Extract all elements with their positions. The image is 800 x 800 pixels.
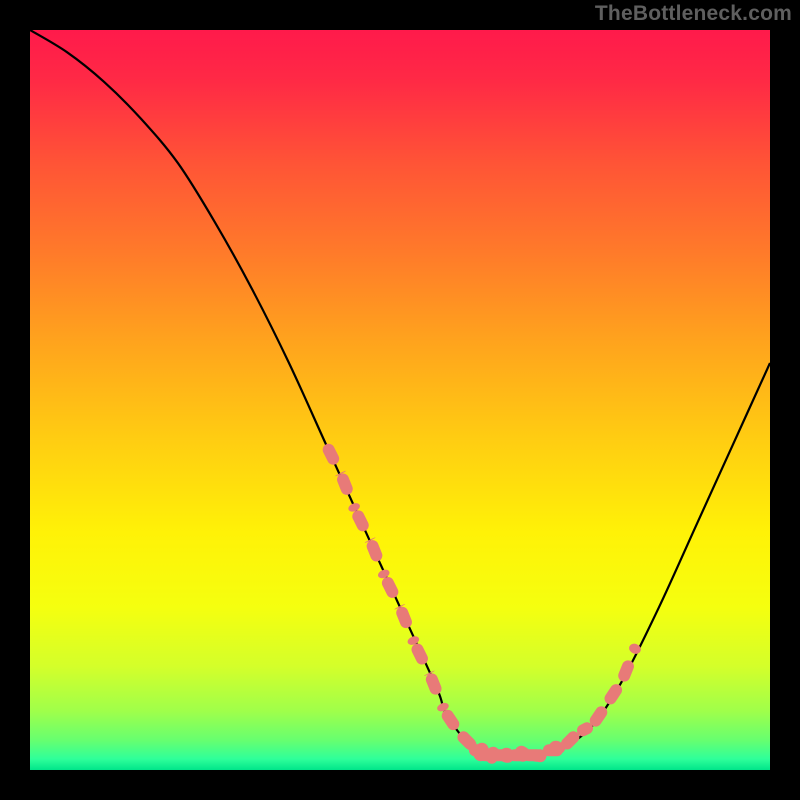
watermark-text: TheBottleneck.com	[595, 2, 792, 26]
bottleneck-curve-chart	[30, 30, 770, 770]
gradient-background	[30, 30, 770, 770]
chart-frame: TheBottleneck.com	[0, 0, 800, 800]
plot-area	[30, 30, 770, 770]
